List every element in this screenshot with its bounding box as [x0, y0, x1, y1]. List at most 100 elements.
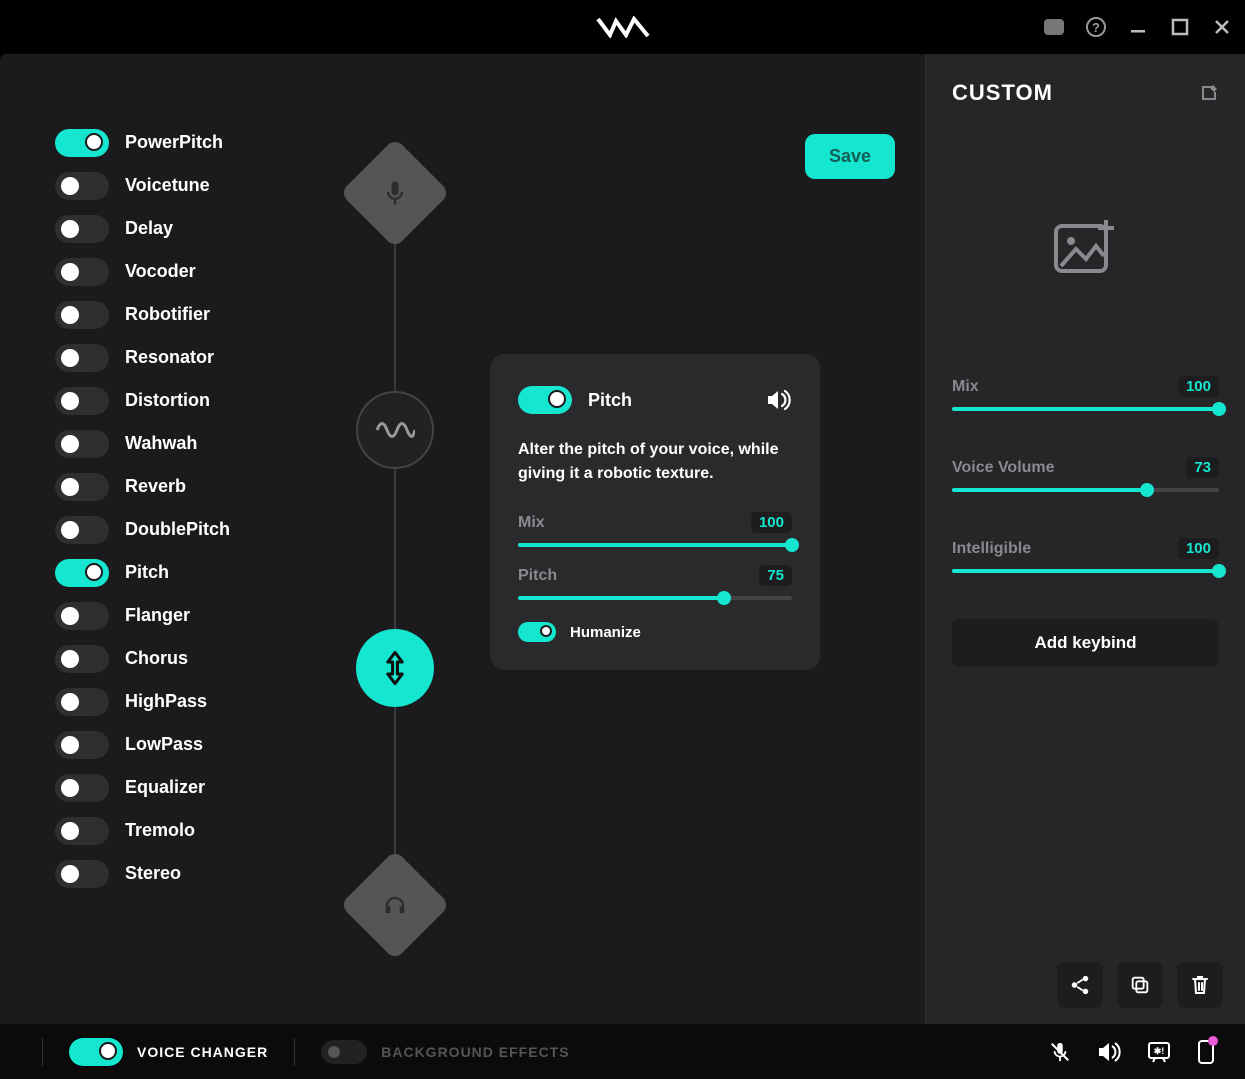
- effect-label: Wahwah: [125, 433, 197, 454]
- pitch-node[interactable]: [356, 629, 434, 707]
- effect-row-lowpass: LowPass: [55, 728, 905, 761]
- copy-icon[interactable]: [1117, 962, 1163, 1008]
- effect-row-delay: Delay: [55, 212, 905, 245]
- effect-toggle-voicetune[interactable]: [55, 172, 109, 200]
- mobile-icon[interactable]: [1197, 1039, 1215, 1065]
- effect-toggle-tremolo[interactable]: [55, 817, 109, 845]
- output-headphones-node: [340, 850, 450, 960]
- right-mix-slider[interactable]: [952, 407, 1219, 411]
- effect-label: Flanger: [125, 605, 190, 626]
- pitch-mix-value: 100: [751, 512, 792, 533]
- effect-row-tremolo: Tremolo: [55, 814, 905, 847]
- right-voice-volume-slider[interactable]: [952, 488, 1219, 492]
- effect-label: LowPass: [125, 734, 203, 755]
- right-voice-volume-value: 73: [1186, 457, 1219, 478]
- effect-toggle-powerpitch[interactable]: [55, 129, 109, 157]
- right-intelligible-slider[interactable]: [952, 569, 1219, 573]
- effect-toggle-pitch[interactable]: [55, 559, 109, 587]
- minimize-icon[interactable]: [1125, 14, 1151, 40]
- effect-label: HighPass: [125, 691, 207, 712]
- pitch-panel-description: Alter the pitch of your voice, while giv…: [518, 438, 792, 486]
- window-controls: ?: [1041, 0, 1235, 54]
- voice-changer-toggle[interactable]: [69, 1038, 123, 1066]
- pitch-pitch-slider[interactable]: [518, 596, 792, 600]
- effect-label: DoublePitch: [125, 519, 230, 540]
- right-voice-volume-label: Voice Volume: [952, 459, 1055, 477]
- effect-label: PowerPitch: [125, 132, 223, 153]
- effect-label: Delay: [125, 218, 173, 239]
- pitch-mix-slider[interactable]: [518, 543, 792, 547]
- add-custom-image[interactable]: [926, 116, 1245, 376]
- volume-icon[interactable]: [1097, 1042, 1121, 1062]
- effect-toggle-resonator[interactable]: [55, 344, 109, 372]
- effect-toggle-wahwah[interactable]: [55, 430, 109, 458]
- pitch-mix-label: Mix: [518, 514, 545, 532]
- app-logo: [596, 16, 650, 38]
- effect-label: Stereo: [125, 863, 181, 884]
- svg-text:✱!: ✱!: [1154, 1046, 1165, 1056]
- flow-line: [394, 707, 396, 866]
- right-mix-label: Mix: [952, 378, 979, 396]
- effect-label: Pitch: [125, 562, 169, 583]
- effect-toggle-robotifier[interactable]: [55, 301, 109, 329]
- effect-toggle-reverb[interactable]: [55, 473, 109, 501]
- effect-toggle-lowpass[interactable]: [55, 731, 109, 759]
- delete-icon[interactable]: [1177, 962, 1223, 1008]
- effect-label: Voicetune: [125, 175, 210, 196]
- effect-toggle-vocoder[interactable]: [55, 258, 109, 286]
- effect-toggle-stereo[interactable]: [55, 860, 109, 888]
- pitch-panel-toggle[interactable]: [518, 386, 572, 414]
- custom-title: CUSTOM: [952, 80, 1053, 106]
- save-button[interactable]: Save: [805, 134, 895, 179]
- effect-label: Resonator: [125, 347, 214, 368]
- voice-changer-label: VOICE CHANGER: [137, 1044, 268, 1060]
- effect-toggle-highpass[interactable]: [55, 688, 109, 716]
- mic-mute-icon[interactable]: [1049, 1041, 1071, 1063]
- discord-icon[interactable]: [1041, 14, 1067, 40]
- effect-row-vocoder: Vocoder: [55, 255, 905, 288]
- soundboard-icon[interactable]: ✱!: [1147, 1041, 1171, 1063]
- background-effects-toggle[interactable]: [321, 1040, 367, 1064]
- pitch-pitch-value: 75: [759, 565, 792, 586]
- background-effects-label: BACKGROUND EFFECTS: [381, 1044, 569, 1060]
- edit-icon[interactable]: [1199, 83, 1219, 103]
- powerpitch-node[interactable]: [356, 391, 434, 469]
- effect-label: Tremolo: [125, 820, 195, 841]
- effect-label: Robotifier: [125, 304, 210, 325]
- effect-row-powerpitch: PowerPitch: [55, 126, 905, 159]
- help-icon[interactable]: ?: [1083, 14, 1109, 40]
- effect-toggle-distortion[interactable]: [55, 387, 109, 415]
- maximize-icon[interactable]: [1167, 14, 1193, 40]
- right-mix-value: 100: [1178, 376, 1219, 397]
- titlebar: ?: [0, 0, 1245, 54]
- flow-line: [394, 469, 396, 628]
- footer: VOICE CHANGER BACKGROUND EFFECTS ✱!: [0, 1024, 1245, 1079]
- effect-row-robotifier: Robotifier: [55, 298, 905, 331]
- effect-toggle-doublepitch[interactable]: [55, 516, 109, 544]
- right-column: CUSTOM Mix 100: [925, 54, 1245, 1024]
- effect-toggle-equalizer[interactable]: [55, 774, 109, 802]
- effect-label: Chorus: [125, 648, 188, 669]
- right-intelligible-value: 100: [1178, 538, 1219, 559]
- effect-row-voicetune: Voicetune: [55, 169, 905, 202]
- effect-label: Distortion: [125, 390, 210, 411]
- svg-text:?: ?: [1092, 20, 1100, 35]
- pitch-panel: Pitch Alter the pitch of your voice, whi…: [490, 354, 820, 670]
- share-icon[interactable]: [1057, 962, 1103, 1008]
- pitch-pitch-label: Pitch: [518, 567, 557, 585]
- flow-graph: [350, 154, 440, 944]
- humanize-toggle[interactable]: [518, 622, 556, 642]
- add-keybind-button[interactable]: Add keybind: [952, 619, 1219, 667]
- effect-toggle-flanger[interactable]: [55, 602, 109, 630]
- close-icon[interactable]: [1209, 14, 1235, 40]
- effect-toggle-delay[interactable]: [55, 215, 109, 243]
- main-area: Save PowerPitch Voicetune Delay Vocoder Robo…: [0, 54, 1245, 1024]
- effect-label: Vocoder: [125, 261, 196, 282]
- flow-line: [394, 232, 396, 391]
- speaker-icon[interactable]: [766, 389, 792, 411]
- effect-row-stereo: Stereo: [55, 857, 905, 890]
- effect-label: Equalizer: [125, 777, 205, 798]
- effect-row-equalizer: Equalizer: [55, 771, 905, 804]
- input-mic-node: [340, 138, 450, 248]
- effect-toggle-chorus[interactable]: [55, 645, 109, 673]
